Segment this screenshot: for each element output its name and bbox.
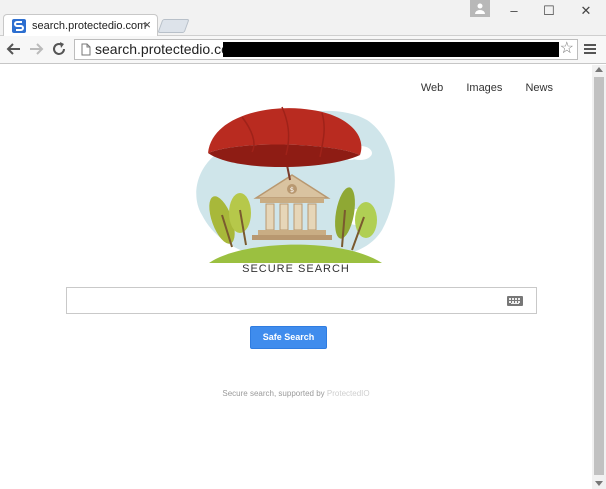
scroll-thumb[interactable]: [594, 77, 604, 475]
keyboard-icon[interactable]: [507, 296, 523, 306]
nav-link-web[interactable]: Web: [421, 82, 443, 94]
vertical-scrollbar[interactable]: [592, 65, 606, 489]
bookmark-star-icon[interactable]: ☆: [560, 40, 574, 58]
page-viewport: Web Images News $ SECURE SEARCH Safe Sea…: [0, 65, 592, 489]
browser-tab[interactable]: search.protectedio.com ×: [3, 14, 158, 37]
tab-close-icon[interactable]: ×: [143, 18, 151, 32]
minimize-button[interactable]: –: [502, 2, 526, 20]
forward-arrow-icon[interactable]: [27, 40, 45, 58]
reload-icon[interactable]: [50, 40, 68, 58]
nav-link-news[interactable]: News: [525, 82, 553, 94]
secure-search-illustration: $: [196, 106, 395, 263]
bank-sign: $: [290, 186, 294, 194]
safe-search-button[interactable]: Safe Search: [250, 326, 327, 349]
maximize-button[interactable]: ☐: [537, 2, 561, 20]
tab-title: search.protectedio.com: [32, 20, 147, 32]
profile-icon[interactable]: [470, 0, 490, 17]
url-text: search.protectedio.con: [95, 41, 237, 57]
footer: Secure search, supported by ProtectedIO: [0, 389, 592, 398]
search-input[interactable]: [66, 287, 537, 314]
new-tab-button[interactable]: [157, 19, 190, 33]
page-icon: [81, 43, 91, 61]
back-arrow-icon[interactable]: [5, 40, 23, 58]
top-nav: Web Images News: [401, 82, 553, 94]
url-redaction: [223, 42, 559, 57]
scroll-down-arrow-icon[interactable]: [595, 481, 603, 486]
site-favicon-icon: [12, 19, 26, 33]
scroll-up-arrow-icon[interactable]: [595, 67, 603, 72]
menu-icon[interactable]: [584, 44, 596, 56]
brand-title: SECURE SEARCH: [242, 263, 350, 275]
close-window-button[interactable]: ✕: [574, 2, 598, 20]
footer-text: Secure search, supported by: [222, 389, 327, 398]
address-bar[interactable]: search.protectedio.con ☆: [74, 39, 578, 60]
nav-link-images[interactable]: Images: [466, 82, 502, 94]
footer-brand-link[interactable]: ProtectedIO: [327, 389, 370, 398]
browser-toolbar: search.protectedio.con ☆: [0, 36, 606, 64]
title-bar: search.protectedio.com × – ☐ ✕: [0, 0, 606, 37]
